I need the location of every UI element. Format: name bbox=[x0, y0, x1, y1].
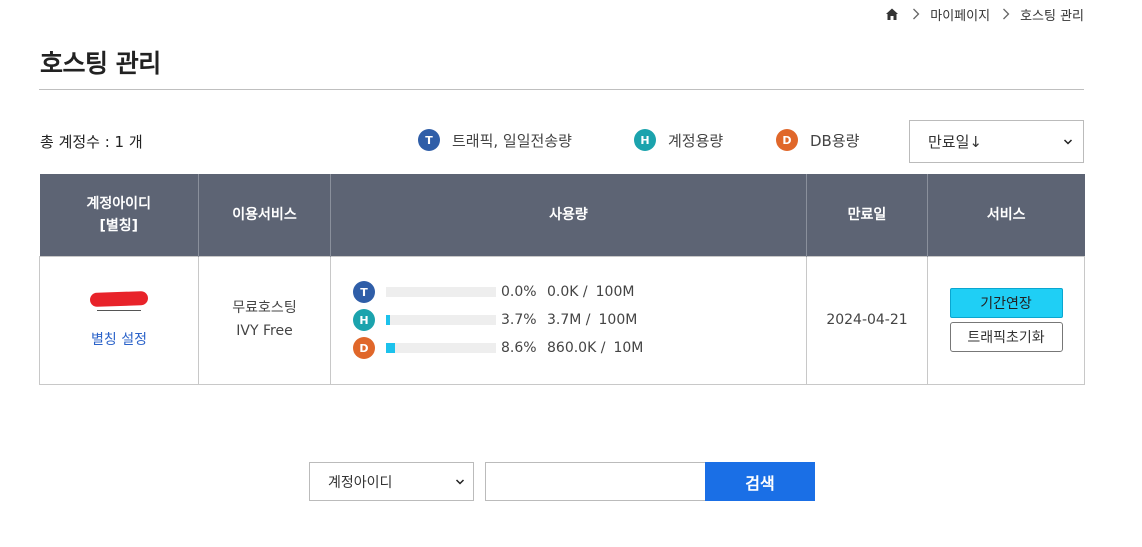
legend-traffic: T 트래픽, 일일전송량 bbox=[418, 129, 572, 151]
db-limit: 10M bbox=[613, 340, 644, 356]
traffic-percent: 0.0% bbox=[501, 284, 537, 300]
search-button[interactable]: 검색 bbox=[705, 462, 815, 501]
traffic-usage-bar bbox=[386, 287, 496, 297]
storage-limit: 100M bbox=[598, 312, 638, 328]
usage-row-traffic: T 0.0% 0.0K / 100M bbox=[353, 281, 806, 303]
db-used: 860.0K / bbox=[547, 340, 606, 356]
col-usage: 사용량 bbox=[330, 174, 807, 256]
db-usage-bar bbox=[386, 343, 496, 353]
account-id-cell: 별칭 설정 bbox=[39, 255, 199, 385]
db-percent: 8.6% bbox=[501, 340, 537, 356]
redaction-underline bbox=[97, 309, 141, 311]
usage-row-storage: H 3.7% 3.7M / 100M bbox=[353, 309, 806, 331]
search-field-value: 계정아이디 bbox=[328, 474, 393, 491]
service-cell: 무료호스팅 IVY Free bbox=[198, 255, 331, 385]
chevron-down-icon bbox=[455, 478, 465, 485]
storage-badge-icon: H bbox=[353, 309, 375, 331]
home-icon[interactable] bbox=[884, 6, 900, 22]
breadcrumb: 마이페이지 호스팅 관리 bbox=[884, 4, 1084, 24]
reset-traffic-button[interactable]: 트래픽초기화 bbox=[949, 322, 1063, 352]
chevron-right-icon bbox=[998, 6, 1014, 22]
redacted-account-id bbox=[89, 290, 149, 307]
col-account-id: 계정아이디 [별칭] bbox=[39, 174, 199, 256]
page-title: 호스팅 관리 bbox=[40, 49, 161, 78]
breadcrumb-mypage[interactable]: 마이페이지 bbox=[930, 5, 990, 24]
traffic-badge-icon: T bbox=[353, 281, 375, 303]
title-divider bbox=[39, 89, 1084, 90]
total-accounts: 총 계정수 : 1 개 bbox=[40, 133, 143, 151]
legend-traffic-label: 트래픽, 일일전송량 bbox=[452, 131, 572, 150]
storage-usage-bar bbox=[386, 315, 496, 325]
expiry-date: 2024-04-21 bbox=[806, 255, 928, 385]
service-type: 무료호스팅 bbox=[232, 300, 297, 316]
storage-badge-icon: H bbox=[634, 129, 656, 151]
usage-cell: T 0.0% 0.0K / 100M H 3.7% 3.7M / 100M D … bbox=[330, 255, 807, 385]
chevron-right-icon bbox=[908, 6, 924, 22]
col-account-id-label: 계정아이디 bbox=[86, 195, 151, 212]
legend-account-storage: H 계정용량 bbox=[634, 129, 723, 151]
sort-select[interactable]: 만료일↓ bbox=[909, 120, 1084, 163]
table-row: 별칭 설정 무료호스팅 IVY Free T 0.0% 0.0K / 100M bbox=[39, 255, 1085, 385]
search-field-select[interactable]: 계정아이디 bbox=[309, 462, 474, 501]
breadcrumb-hosting-management[interactable]: 호스팅 관리 bbox=[1020, 5, 1084, 24]
usage-row-db: D 8.6% 860.0K / 10M bbox=[353, 337, 806, 359]
chevron-down-icon bbox=[1063, 138, 1073, 145]
search-input[interactable] bbox=[485, 462, 706, 501]
set-alias-link[interactable]: 별칭 설정 bbox=[91, 332, 147, 348]
hosting-management-page: 마이페이지 호스팅 관리 호스팅 관리 총 계정수 : 1 개 T 트래픽, 일… bbox=[0, 0, 1142, 547]
traffic-used: 0.0K / bbox=[547, 284, 588, 300]
legend-db-label: DB용량 bbox=[810, 131, 860, 150]
col-alias-label: [별칭] bbox=[99, 217, 139, 234]
service-plan: IVY Free bbox=[236, 323, 293, 339]
sort-select-value: 만료일↓ bbox=[928, 133, 982, 151]
storage-usage-fill bbox=[386, 315, 391, 325]
col-service: 이용서비스 bbox=[198, 174, 331, 256]
extend-period-button[interactable]: 기간연장 bbox=[949, 288, 1063, 318]
legend-db-storage: D DB용량 bbox=[776, 129, 859, 151]
col-expiry: 만료일 bbox=[806, 174, 928, 256]
hosting-table: 계정아이디 [별칭] 이용서비스 사용량 만료일 서비스 별칭 설정 무료호스팅… bbox=[39, 174, 1085, 385]
traffic-limit: 100M bbox=[595, 284, 635, 300]
col-actions: 서비스 bbox=[927, 174, 1085, 256]
legend-storage-label: 계정용량 bbox=[668, 131, 724, 150]
db-usage-fill bbox=[386, 343, 396, 353]
db-badge-icon: D bbox=[776, 129, 798, 151]
storage-used: 3.7M / bbox=[547, 312, 591, 328]
actions-cell: 기간연장 트래픽초기화 bbox=[927, 255, 1085, 385]
table-header-row: 계정아이디 [별칭] 이용서비스 사용량 만료일 서비스 bbox=[39, 174, 1085, 256]
storage-percent: 3.7% bbox=[501, 312, 537, 328]
traffic-badge-icon: T bbox=[418, 129, 440, 151]
db-badge-icon: D bbox=[353, 337, 375, 359]
